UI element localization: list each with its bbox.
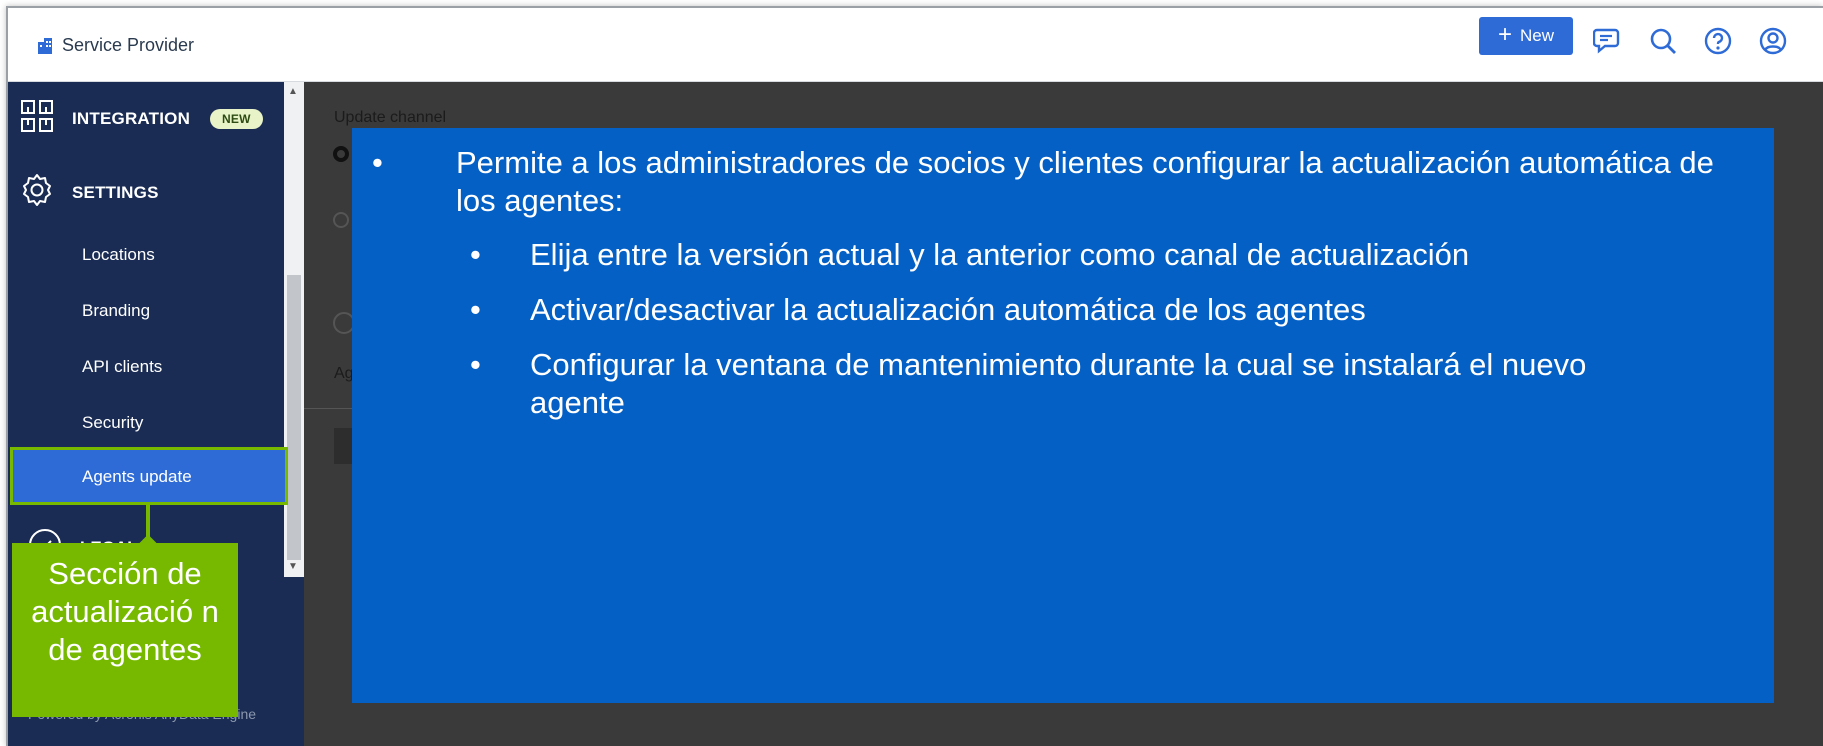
divider [304,408,354,409]
sidebar-section-integration[interactable]: INTEGRATION NEW [20,99,263,138]
bullet-icon: • [470,347,481,382]
scroll-down-arrow-icon[interactable]: ▼ [288,561,298,572]
help-icon[interactable] [1701,24,1735,58]
integration-icon [20,99,54,138]
sidebar-item-branding[interactable]: Branding [82,301,150,321]
callout-sub-bullet: • Activar/desactivar la actualización au… [470,291,1750,329]
update-channel-label: Update channel [334,109,447,126]
callout-main-text: Permite a los administradores de socios … [456,145,1714,218]
bullet-icon: • [470,292,481,327]
chat-icon[interactable] [1591,24,1625,58]
callout-sub-bullet: • Configurar la ventana de mantenimiento… [470,346,1650,422]
new-button[interactable]: + New [1479,17,1573,55]
callout-sub-text: Activar/desactivar la actualización auto… [530,292,1366,327]
callout-sub-text: Elija entre la versión actual y la anter… [530,237,1470,272]
building-icon [36,37,54,55]
new-button-label: New [1520,26,1555,45]
integration-label: INTEGRATION [72,108,191,128]
sidebar-section-settings[interactable]: SETTINGS [20,173,159,212]
action-button[interactable] [334,428,354,464]
gear-icon [20,173,54,212]
agents-label-fragment: Ag [334,365,354,382]
callout-sub-text: Configurar la ventana de mantenimiento d… [530,347,1587,420]
account-icon[interactable] [1756,24,1790,58]
scroll-up-arrow-icon[interactable]: ▲ [288,86,298,97]
brand-label: Service Provider [62,35,195,55]
plus-icon: + [1497,21,1512,48]
bullet-icon: • [372,145,383,180]
brand[interactable]: Service Provider [36,35,194,56]
sidebar-item-api-clients[interactable]: API clients [82,357,162,377]
search-icon[interactable] [1646,24,1680,58]
info-callout: • Permite a los administradores de socio… [352,128,1774,703]
new-badge: NEW [210,108,263,129]
radio-option[interactable] [333,212,349,228]
sidebar-item-label: Agents update [82,467,192,486]
bullet-icon: • [470,237,481,272]
sidebar-scroll-thumb[interactable] [287,275,301,560]
radio-option-selected[interactable] [333,146,349,162]
settings-label: SETTINGS [72,182,159,202]
callout-sub-bullet: • Elija entre la versión actual y la ant… [470,236,1750,274]
callout-main-bullet: • Permite a los administradores de socio… [372,144,1762,220]
annotation-box: Sección de actualizació n de agentes [12,543,238,717]
sidebar-item-locations[interactable]: Locations [82,245,155,265]
sidebar-item-security[interactable]: Security [82,413,143,433]
sidebar-item-agents-update[interactable]: Agents update [10,447,288,505]
